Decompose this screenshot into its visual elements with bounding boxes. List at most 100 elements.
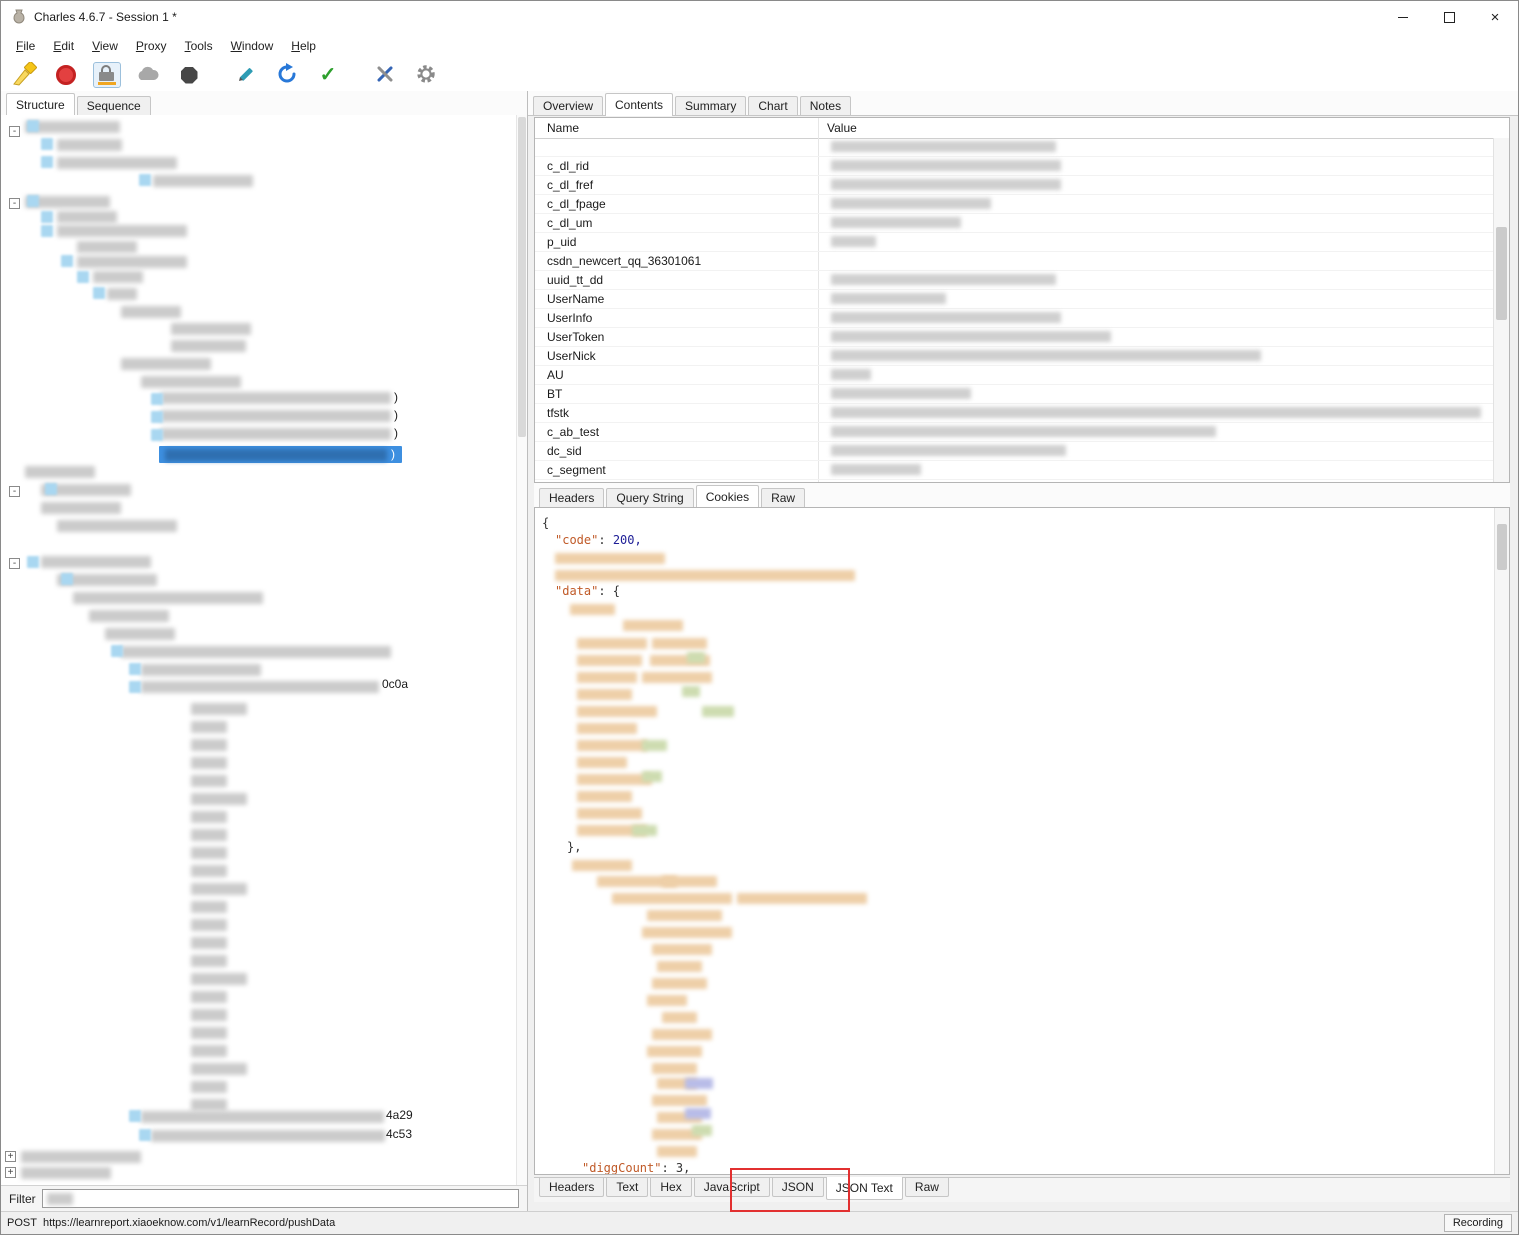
tree-expand-icon[interactable]: + xyxy=(5,1167,16,1178)
tab-raw[interactable]: Raw xyxy=(904,1178,949,1197)
blurred-cookie-value xyxy=(831,407,1481,418)
breakpoints-button[interactable] xyxy=(175,62,203,88)
tab-text[interactable]: Text xyxy=(606,1178,649,1197)
table-row[interactable]: c_ab_test xyxy=(535,423,1493,442)
tab-contents[interactable]: Contents xyxy=(605,93,674,116)
cookie-name: dc_sid xyxy=(547,444,582,458)
table-row[interactable]: UserInfo xyxy=(535,309,1493,328)
tab-query-string[interactable]: Query String xyxy=(606,488,694,507)
tab-headers[interactable]: Headers xyxy=(539,488,605,507)
table-row[interactable]: c_dl_fpage xyxy=(535,195,1493,214)
ssl-proxying-button[interactable] xyxy=(93,62,121,88)
tree-text-fragment: 4a29 xyxy=(386,1108,413,1122)
tree-collapse-icon[interactable]: - xyxy=(9,198,20,209)
record-button[interactable] xyxy=(52,62,80,88)
blurred-content xyxy=(191,1027,227,1039)
request-tree[interactable]: - - - - + +)))) 0c0a 4a29 4c53 xyxy=(1,115,527,1185)
menu-window[interactable]: Window xyxy=(222,35,283,57)
tree-item-icon xyxy=(93,287,105,299)
tab-notes[interactable]: Notes xyxy=(799,96,852,115)
settings-button[interactable] xyxy=(412,62,440,88)
tab-raw[interactable]: Raw xyxy=(761,488,806,507)
tree-expand-icon[interactable]: + xyxy=(5,1151,16,1162)
compose-button[interactable] xyxy=(232,62,260,88)
blurred-content xyxy=(161,392,391,404)
table-row[interactable]: uuid_tt_dd xyxy=(535,271,1493,290)
repeat-button[interactable] xyxy=(273,62,301,88)
blurred-content xyxy=(191,937,227,949)
column-header-value[interactable]: Value xyxy=(827,121,857,135)
table-row[interactable]: csdn_newcert_qq_36301061 xyxy=(535,252,1493,271)
cookie-name: c_dl_fpage xyxy=(547,197,606,211)
tab-json-text[interactable]: JSON Text xyxy=(825,1177,903,1200)
tree-item-icon xyxy=(27,195,39,207)
tree-collapse-icon[interactable]: - xyxy=(9,486,20,497)
table-scrollbar[interactable] xyxy=(1493,138,1509,482)
column-header-name[interactable]: Name xyxy=(547,121,579,135)
validate-button[interactable]: ✓ xyxy=(314,62,342,88)
tools-button[interactable] xyxy=(371,62,399,88)
tree-scrollbar[interactable] xyxy=(516,115,527,1185)
maximize-button[interactable] xyxy=(1426,1,1472,33)
tab-chart[interactable]: Chart xyxy=(748,96,798,115)
menu-tools[interactable]: Tools xyxy=(176,35,222,57)
menu-file[interactable]: File xyxy=(7,35,44,57)
table-row[interactable]: dc_sid xyxy=(535,442,1493,461)
tab-cookies[interactable]: Cookies xyxy=(695,485,760,508)
close-button[interactable]: × xyxy=(1472,1,1518,33)
blurred-content xyxy=(191,1045,227,1057)
tab-summary[interactable]: Summary xyxy=(675,96,747,115)
status-url: https://learnreport.xiaoeknow.com/v1/lea… xyxy=(42,1217,336,1229)
table-row[interactable] xyxy=(535,138,1493,157)
table-row[interactable]: UserNick xyxy=(535,347,1493,366)
blurred-cookie-value xyxy=(831,160,1061,171)
json-code-line: "code": 200, xyxy=(555,533,642,547)
blurred-content xyxy=(191,739,227,751)
menu-edit[interactable]: Edit xyxy=(44,35,83,57)
tab-hex[interactable]: Hex xyxy=(650,1178,692,1197)
menu-view[interactable]: View xyxy=(83,35,127,57)
table-row[interactable]: c_dl_rid xyxy=(535,157,1493,176)
tab-headers[interactable]: Headers xyxy=(539,1178,605,1197)
table-row[interactable]: AU xyxy=(535,366,1493,385)
stop-icon xyxy=(180,66,198,84)
table-row[interactable]: p_uid xyxy=(535,233,1493,252)
blurred-content xyxy=(191,1099,227,1111)
blurred-content xyxy=(652,638,707,649)
contents-tab-strip: Overview Contents Summary Chart Notes xyxy=(528,91,1518,116)
tab-overview[interactable]: Overview xyxy=(533,96,604,115)
table-scrollbar-thumb[interactable] xyxy=(1496,227,1507,320)
tab-javascript[interactable]: JavaScript xyxy=(693,1178,770,1197)
recording-indicator[interactable]: Recording xyxy=(1443,1214,1512,1232)
clear-session-button[interactable] xyxy=(11,60,39,88)
json-scrollbar-thumb[interactable] xyxy=(1497,524,1507,570)
tab-sequence[interactable]: Sequence xyxy=(76,96,151,115)
tab-structure[interactable]: Structure xyxy=(6,93,75,116)
tree-item-icon xyxy=(41,225,53,237)
cookie-name: c_dl_um xyxy=(547,216,593,230)
blurred-content xyxy=(692,1125,712,1136)
filter-input[interactable] xyxy=(41,1189,519,1208)
blurred-content xyxy=(89,610,169,622)
table-row[interactable]: UserToken xyxy=(535,328,1493,347)
tree-collapse-icon[interactable]: - xyxy=(9,558,20,569)
table-row[interactable]: c_segment xyxy=(535,461,1493,480)
table-row[interactable]: UserName xyxy=(535,290,1493,309)
menu-help[interactable]: Help xyxy=(282,35,325,57)
throttle-icon xyxy=(136,65,160,86)
table-row[interactable]: tfstk xyxy=(535,404,1493,423)
blurred-content xyxy=(41,556,151,568)
table-row[interactable]: BT xyxy=(535,385,1493,404)
throttle-button[interactable] xyxy=(134,62,162,88)
tree-scrollbar-thumb[interactable] xyxy=(518,117,526,437)
blurred-content xyxy=(647,1046,702,1057)
table-row[interactable]: c_dl_um xyxy=(535,214,1493,233)
menu-proxy[interactable]: Proxy xyxy=(127,35,176,57)
table-row[interactable]: c_dl_fref xyxy=(535,176,1493,195)
blurred-content xyxy=(191,793,247,805)
json-scrollbar[interactable] xyxy=(1494,508,1509,1174)
tab-json[interactable]: JSON xyxy=(771,1178,824,1197)
tree-collapse-icon[interactable]: - xyxy=(9,126,20,137)
blurred-content xyxy=(191,703,247,715)
minimize-button[interactable] xyxy=(1380,1,1426,33)
